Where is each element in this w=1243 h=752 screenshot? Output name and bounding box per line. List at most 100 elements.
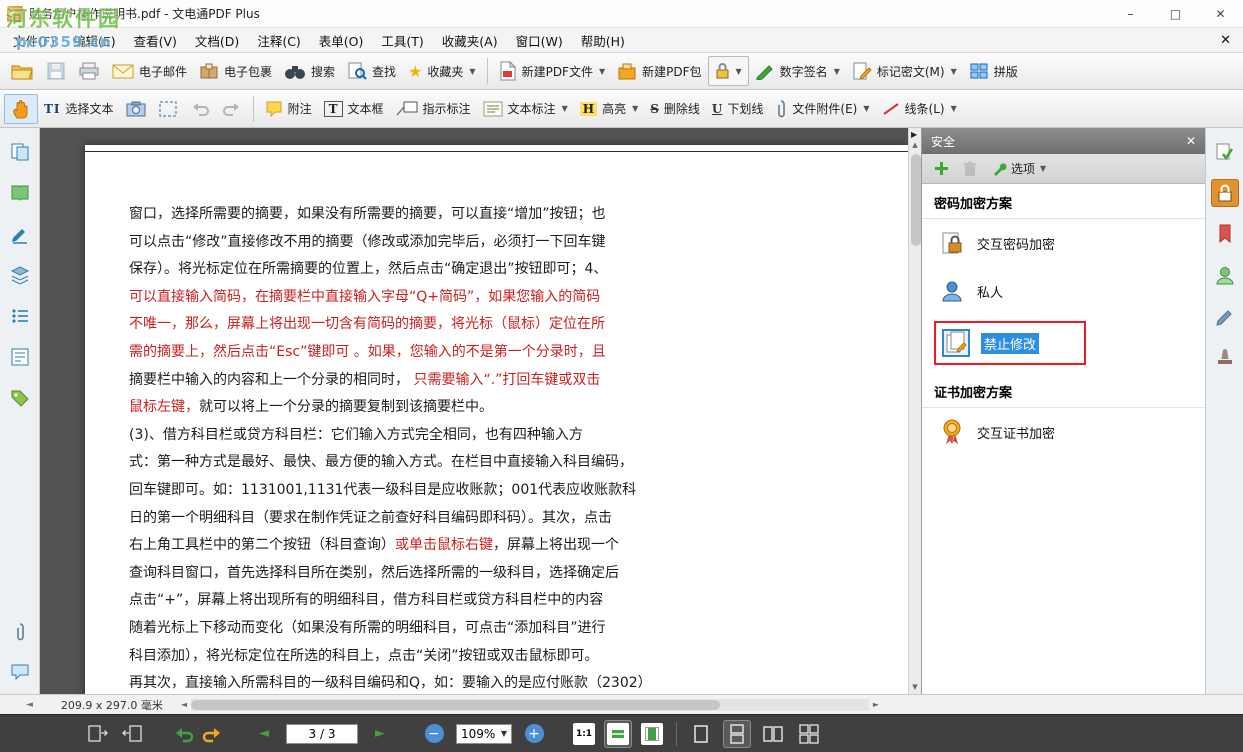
previous-view-button[interactable] (170, 720, 198, 748)
menu-file[interactable]: 文件(F) (4, 27, 64, 54)
pdf-page[interactable]: 窗口，选择所需要的摘要，如果没有所需要的摘要，可以直接“增加”按钮；也 可以点击… (85, 145, 908, 694)
close-button[interactable]: ✕ (1198, 0, 1243, 28)
stamp-rail-icon[interactable] (1211, 343, 1239, 371)
comments-panel-icon[interactable] (6, 658, 34, 686)
panel-close-icon[interactable]: ✕ (1186, 134, 1196, 148)
select-text-button[interactable]: TI 选择文本 (38, 94, 120, 124)
scheme-private[interactable]: 私人 (922, 267, 1205, 315)
menu-help[interactable]: 帮助(H) (572, 27, 634, 54)
minimize-button[interactable]: – (1108, 0, 1153, 28)
layers-panel-icon[interactable] (6, 261, 34, 289)
search-button[interactable]: 搜索 (278, 56, 341, 86)
continuous-layout-button[interactable] (723, 720, 751, 748)
print-button[interactable] (72, 56, 106, 86)
attachment-button[interactable]: 文件附件(E) ▼ (769, 94, 875, 124)
zoom-level-select[interactable]: 109% ▼ (456, 724, 512, 744)
open-button[interactable] (4, 56, 40, 86)
tags-panel-icon[interactable] (6, 384, 34, 412)
scroll-left-arrow[interactable]: ◄ (177, 698, 191, 712)
document-close-icon[interactable]: ✕ (1220, 33, 1231, 48)
hscroll-track[interactable] (191, 699, 869, 711)
bookmark-rail-icon[interactable] (1211, 220, 1239, 248)
scroll-right-arrow[interactable]: ► (869, 698, 883, 712)
favorites-button[interactable]: ★ 收藏夹 ▼ (402, 56, 482, 86)
redact-button[interactable]: 标记密文(M) ▼ (846, 56, 963, 86)
textbox-button[interactable]: T 文本框 (318, 94, 390, 124)
note-button[interactable]: 附注 (259, 94, 318, 124)
panel-collapse-arrow[interactable]: ◄ (26, 700, 33, 710)
doc-verify-icon[interactable] (1211, 138, 1239, 166)
next-view-button[interactable] (198, 720, 226, 748)
scheme-label-selected[interactable]: 禁止修改 (981, 333, 1039, 354)
highlight-icon: H (580, 102, 597, 116)
add-scheme-button[interactable] (934, 161, 949, 176)
splitter-arrow-icon[interactable]: ▶ (911, 130, 917, 139)
imposition-button[interactable]: 拼版 (963, 56, 1024, 86)
menu-comment[interactable]: 注释(C) (248, 27, 309, 54)
menu-tools[interactable]: 工具(T) (372, 27, 432, 54)
new-pdf-button[interactable]: 新建PDF文件 ▼ (493, 56, 612, 86)
menu-edit[interactable]: 编辑(E) (64, 27, 125, 54)
email-button[interactable]: 电子邮件 (106, 56, 193, 86)
scheme-interactive-certificate[interactable]: 交互证书加密 (922, 408, 1205, 456)
edit-rail-icon[interactable] (1211, 302, 1239, 330)
digital-sign-button[interactable]: 数字签名 ▼ (749, 56, 846, 86)
scroll-up-arrow[interactable]: ▲ (909, 138, 922, 152)
scrollbar-thumb[interactable] (911, 154, 921, 246)
scroll-down-arrow[interactable]: ▼ (909, 680, 922, 694)
delete-scheme-button[interactable] (963, 161, 977, 177)
articles-panel-icon[interactable] (6, 343, 34, 371)
page-number-input[interactable]: 3 / 3 (286, 724, 358, 744)
highlight-button[interactable]: H 高亮 ▼ (574, 94, 645, 124)
menu-window[interactable]: 窗口(W) (507, 27, 572, 54)
redo-button[interactable] (216, 94, 248, 124)
new-package-button[interactable]: 新建PDF包 (611, 56, 707, 86)
zoom-out-button[interactable]: − (420, 720, 448, 748)
callout-button[interactable]: 指示标注 (390, 94, 477, 124)
contacts-rail-icon[interactable] (1211, 261, 1239, 289)
security-lock-button[interactable]: ▼ (708, 56, 749, 86)
find-button[interactable]: 查找 (341, 56, 402, 86)
actual-size-button[interactable]: 1:1 (570, 720, 598, 748)
scheme-no-modify[interactable]: 禁止修改 (938, 325, 1082, 361)
options-button[interactable]: 选项 ▼ (991, 160, 1046, 177)
pages-panel-icon[interactable] (6, 138, 34, 166)
menu-document[interactable]: 文档(D) (186, 27, 248, 54)
destinations-panel-icon[interactable] (6, 302, 34, 330)
fit-page-button[interactable] (638, 720, 666, 748)
signatures-panel-icon[interactable] (6, 220, 34, 248)
document-viewport[interactable]: 窗口，选择所需要的摘要，如果没有所需要的摘要，可以直接“增加”按钮；也 可以点击… (40, 128, 908, 694)
doc-segment: 回车键即可。如：1131001,1131代表一级科目是应收账款；001代表应收账… (129, 482, 636, 498)
import-page-button[interactable] (118, 720, 146, 748)
menu-view[interactable]: 查看(V) (125, 27, 186, 54)
maximize-button[interactable]: □ (1153, 0, 1198, 28)
horizontal-scrollbar[interactable]: ◄ ► (177, 698, 883, 712)
menu-favorites[interactable]: 收藏夹(A) (433, 27, 507, 54)
menu-form[interactable]: 表单(O) (310, 27, 373, 54)
hscroll-thumb[interactable] (191, 700, 720, 710)
marquee-select-button[interactable] (152, 94, 184, 124)
snapshot-button[interactable] (120, 94, 152, 124)
epackage-button[interactable]: 电子包裹 (193, 56, 278, 86)
vertical-scrollbar[interactable]: ▶ ▲ ▼ (908, 128, 921, 694)
previous-page-button[interactable]: ◄ (250, 720, 278, 748)
text-annot-button[interactable]: 文本标注 ▼ (477, 94, 574, 124)
single-page-layout-button[interactable] (687, 720, 715, 748)
strikeout-button[interactable]: S 删除线 (644, 94, 706, 124)
attachments-panel-icon[interactable] (6, 618, 34, 646)
zoom-in-button[interactable]: + (520, 720, 548, 748)
redact-icon (852, 61, 872, 81)
underline-button[interactable]: U 下划线 (706, 94, 769, 124)
fit-width-button[interactable] (604, 720, 632, 748)
security-rail-icon[interactable] (1211, 179, 1239, 207)
next-page-button[interactable]: ► (366, 720, 394, 748)
scheme-interactive-password[interactable]: 交互密码加密 (922, 219, 1205, 267)
undo-button[interactable] (184, 94, 216, 124)
hand-tool-button[interactable] (4, 94, 38, 124)
two-page-continuous-button[interactable] (795, 720, 823, 748)
export-page-button[interactable] (84, 720, 112, 748)
line-button[interactable]: 线条(L) ▼ (876, 94, 963, 124)
bookmarks-panel-icon[interactable] (6, 179, 34, 207)
save-button[interactable] (40, 56, 72, 86)
two-page-layout-button[interactable] (759, 720, 787, 748)
